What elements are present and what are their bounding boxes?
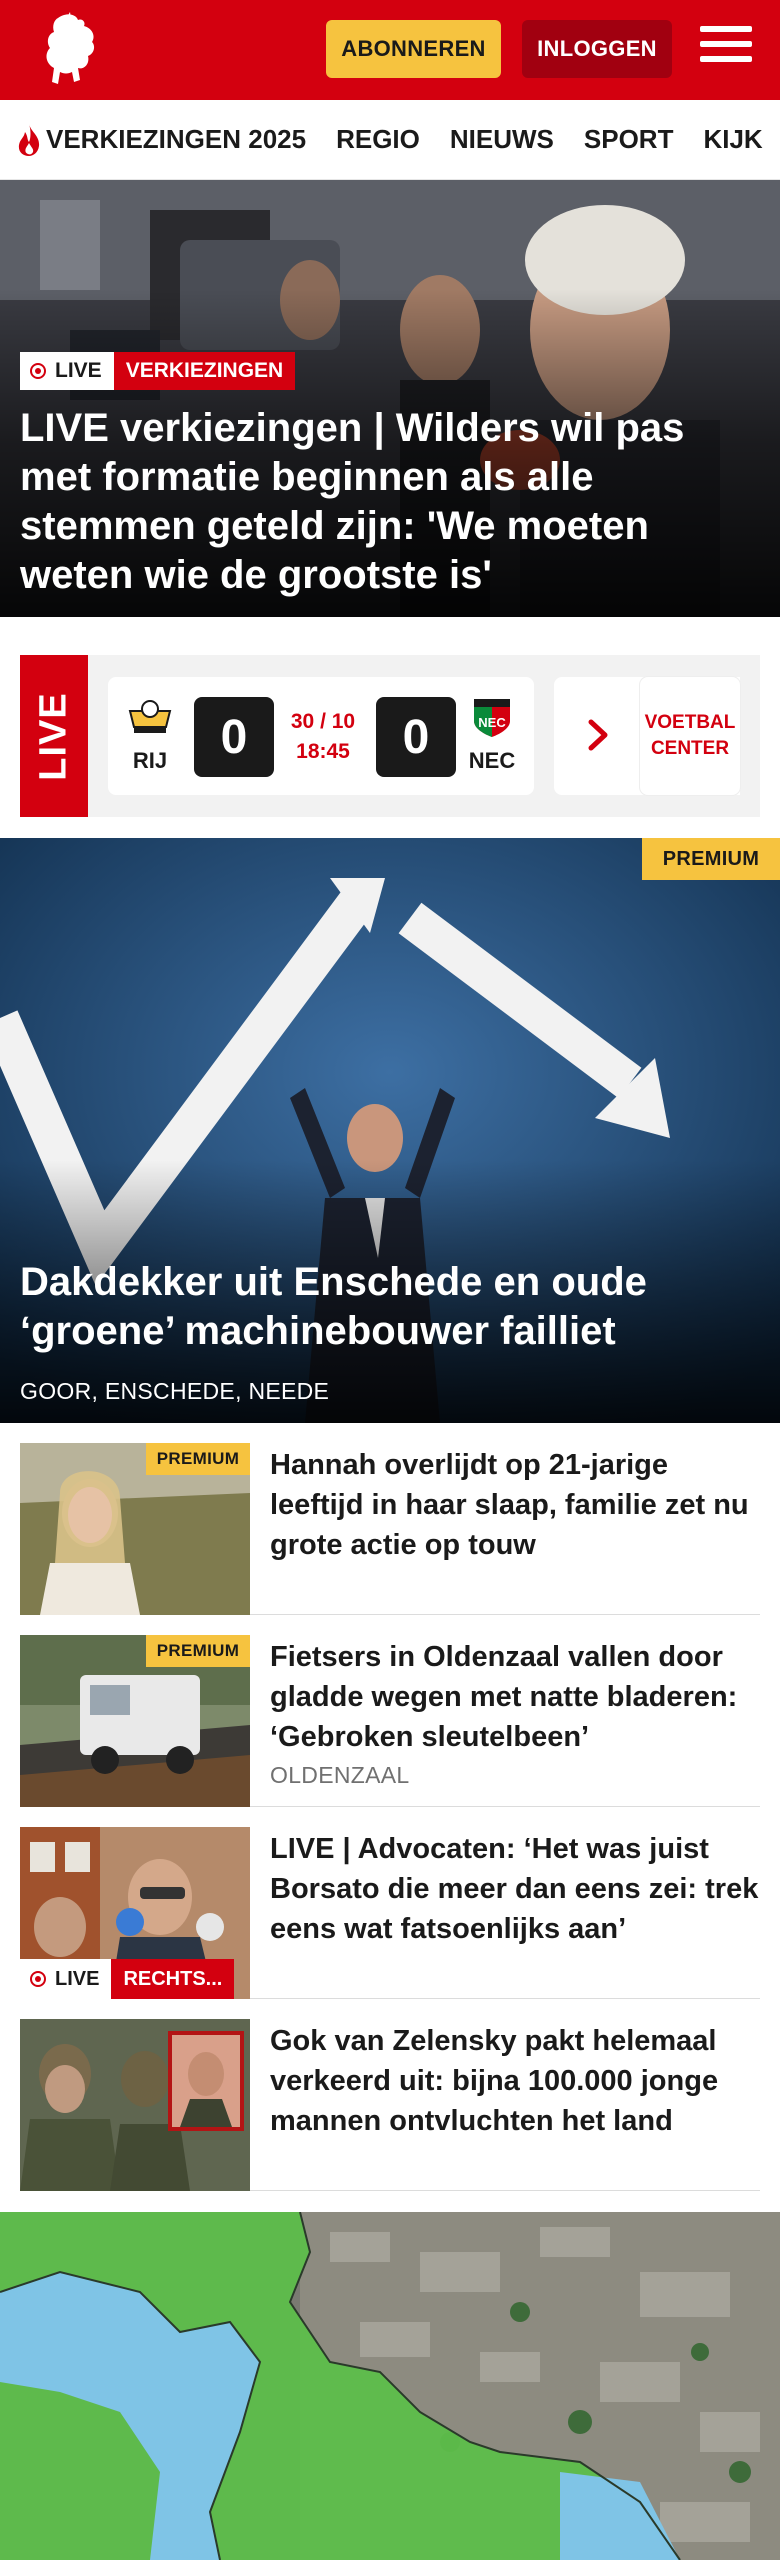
premium-hero-locations: GOOR, ENSCHEDE, NEEDE: [20, 1378, 330, 1404]
home-team: RIJ: [120, 697, 180, 774]
live-badge: LIVE: [20, 1959, 112, 1999]
match-kickoff: 18:45: [296, 740, 350, 763]
voetbal-center-button[interactable]: VOETBAL CENTER: [640, 677, 740, 795]
away-score: 0: [376, 697, 456, 777]
match-time: 30 / 10 18:45: [283, 707, 363, 767]
tubantia-horse-logo[interactable]: [36, 10, 106, 90]
category-badge: VERKIEZINGEN: [113, 352, 296, 390]
premium-badge: PREMIUM: [146, 1635, 250, 1667]
top-bar: ABONNEREN INLOGGEN: [0, 0, 780, 100]
article-title[interactable]: Fietsers in Oldenzaal vallen door gladde…: [270, 1637, 760, 1757]
article-location: OLDENZAAL: [270, 1762, 410, 1788]
premium-hero-title[interactable]: Dakdekker uit Enschede en oude ‘groene’ …: [20, 1258, 760, 1356]
article-title[interactable]: LIVE | Advocaten: ‘Het was juist Borsato…: [270, 1829, 760, 1949]
hero-tags: LIVE VERKIEZINGEN: [20, 352, 296, 390]
premium-badge: PREMIUM: [642, 838, 780, 880]
list-item[interactable]: Gok van Zelensky pakt helemaal verkeerd …: [20, 2019, 760, 2191]
nec-crest-icon: NEC: [474, 699, 510, 737]
hero-article[interactable]: LIVE VERKIEZINGEN LIVE verkiezingen | Wi…: [0, 180, 780, 617]
category-badge: RECHTS...: [111, 1959, 235, 1999]
live-label: LIVE: [55, 359, 102, 382]
live-label: LIVE: [55, 1967, 100, 1990]
match-date: 30 / 10: [290, 710, 356, 733]
chevron-right-icon: [588, 719, 608, 751]
away-team: NEC NEC: [462, 697, 522, 774]
flame-icon: [18, 123, 40, 156]
map-teaser[interactable]: [0, 2212, 780, 2560]
nav-item-regio[interactable]: REGIO: [336, 124, 420, 155]
article-title[interactable]: Hannah overlijdt op 21-jarige leeftijd i…: [270, 1445, 760, 1565]
article-tags: LIVE RECHTS...: [20, 1959, 235, 1999]
live-badge: LIVE: [20, 352, 114, 390]
nav-item-nieuws[interactable]: NIEUWS: [450, 124, 554, 155]
aerial-map-image: [0, 2212, 780, 2560]
subscribe-button[interactable]: ABONNEREN: [326, 20, 501, 78]
section-nav: VERKIEZINGEN 2025 REGIO NIEUWS SPORT KIJ…: [0, 100, 780, 180]
live-dot-icon: [30, 363, 46, 379]
article-thumbnail: PREMIUM: [20, 1635, 250, 1807]
premium-badge: PREMIUM: [146, 1443, 250, 1475]
nav-label: VERKIEZINGEN 2025: [46, 124, 307, 154]
list-item[interactable]: PREMIUM Hannah overlijdt op 21-jarige le…: [20, 1443, 760, 1615]
live-score-bar: LIVE RIJ 0 30 / 10 18:45 0 NEC NEC VOETB…: [20, 655, 760, 817]
live-dot-icon: [30, 1971, 46, 1987]
menu-icon[interactable]: [700, 26, 752, 70]
list-item[interactable]: LIVE RECHTS... LIVE | Advocaten: ‘Het wa…: [20, 1827, 760, 1999]
article-thumbnail: PREMIUM: [20, 1443, 250, 1615]
home-score: 0: [194, 697, 274, 777]
live-label: LIVE: [32, 691, 75, 781]
nav-item-kijk[interactable]: KIJK: [703, 124, 762, 155]
nav-item-sport[interactable]: SPORT: [584, 124, 674, 155]
login-button[interactable]: INLOGGEN: [522, 20, 672, 78]
list-item[interactable]: PREMIUM Fietsers in Oldenzaal vallen doo…: [20, 1635, 760, 1807]
nav-item-verkiezingen[interactable]: VERKIEZINGEN 2025: [16, 123, 306, 157]
hero-title[interactable]: LIVE verkiezingen | Wilders wil pas met …: [20, 404, 750, 600]
away-team-abbr: NEC: [468, 748, 516, 773]
rijnsburgse-boys-crest-icon: [128, 700, 172, 733]
article-title[interactable]: Gok van Zelensky pakt helemaal verkeerd …: [270, 2021, 760, 2141]
home-team-abbr: RIJ: [132, 748, 168, 773]
article-thumbnail: LIVE RECHTS...: [20, 1827, 250, 1999]
live-score-label: LIVE: [20, 655, 88, 817]
match-card[interactable]: RIJ 0 30 / 10 18:45 0 NEC NEC: [108, 677, 534, 795]
next-match-button[interactable]: [580, 695, 616, 775]
soldiers-photo: [20, 2019, 250, 2191]
article-thumbnail: [20, 2019, 250, 2191]
svg-text:NEC: NEC: [478, 715, 506, 730]
